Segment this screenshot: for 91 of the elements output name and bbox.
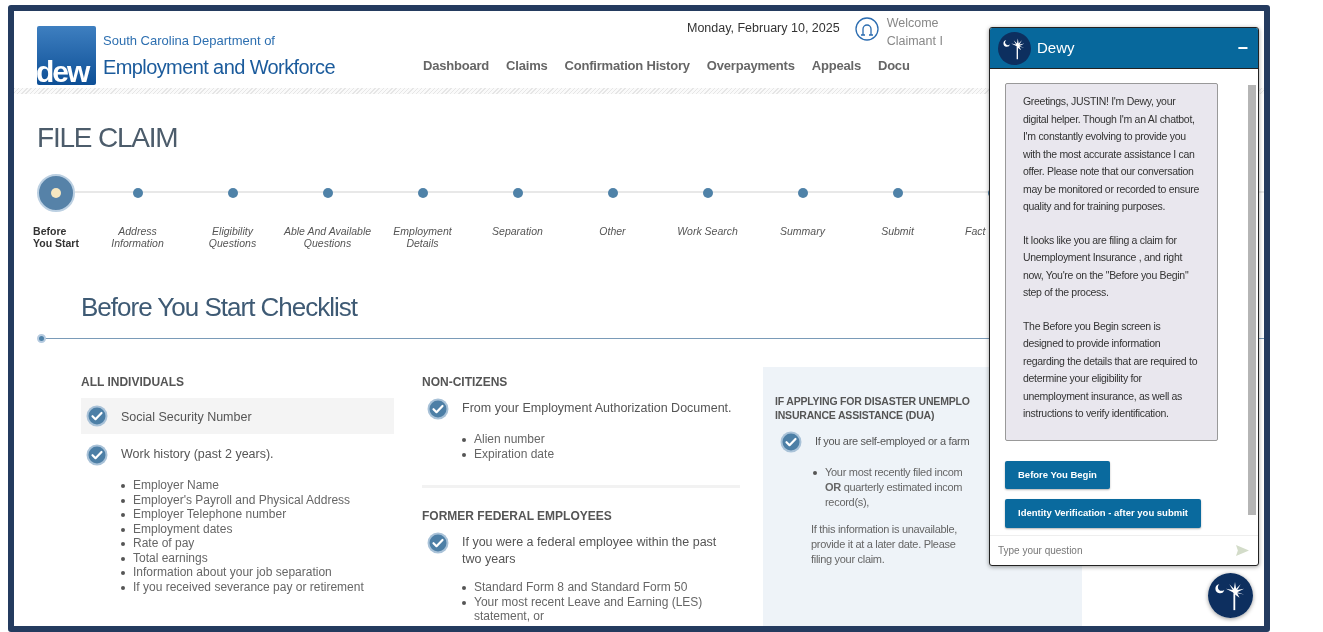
- bullet-text: Employer's Payroll and Physical Address: [133, 492, 351, 507]
- bullet-text: Standard Form 8 and Standard Form 50: [474, 580, 688, 595]
- nav-link[interactable]: Docu: [877, 56, 910, 76]
- nav-link[interactable]: Appeals: [811, 56, 861, 76]
- step-label: Employment Details: [393, 225, 452, 249]
- logo[interactable]: dew: [37, 26, 96, 85]
- bullet-icon: [121, 498, 125, 503]
- bullet-icon: [121, 571, 125, 575]
- step-marker[interactable]: [512, 188, 523, 198]
- chat-launcher-button[interactable]: [1208, 573, 1253, 618]
- bullet-text: Your most recent Leave and Earning (LES) statement, or: [474, 594, 704, 624]
- palm-icon: [1208, 573, 1253, 618]
- step-label: Before You Start: [33, 225, 79, 249]
- bullet-text: Employer Name: [133, 478, 220, 493]
- bullet-text: Total earnings: [133, 550, 208, 565]
- check-icon: [427, 398, 449, 420]
- bullet-icon: [121, 484, 125, 488]
- check-icon: [86, 405, 108, 427]
- quick-reply-button[interactable]: Identity Verification - after you submit: [1005, 499, 1201, 528]
- welcome-text: Welcome: [886, 15, 940, 32]
- bullet-text: Rate of pay: [133, 536, 195, 551]
- message-text: The Before you Begin screen is designed to provide information regarding the details that are required to determine your eligibility for unemployment insurance, as well as instructions to verify identification.: [1023, 318, 1199, 421]
- step-label: Address Information: [111, 225, 164, 249]
- quick-reply-button[interactable]: Before You Begin: [1005, 461, 1110, 490]
- step-marker[interactable]: [37, 174, 75, 212]
- bullet-icon: [462, 452, 466, 457]
- bullet-text: Alien number: [474, 432, 545, 447]
- step-marker[interactable]: [227, 188, 238, 198]
- step-marker[interactable]: [702, 188, 713, 198]
- bullet-icon: [121, 556, 125, 561]
- step-marker[interactable]: [322, 188, 333, 198]
- bullet-icon: [462, 600, 466, 605]
- nav-link[interactable]: Claims: [506, 56, 548, 76]
- group-heading: ALL INDIVIDUALS: [81, 375, 186, 389]
- bullet-icon: [121, 585, 125, 590]
- bullet-text: Your most recently filed incom OR quarterly estimated incom record(s),: [825, 465, 963, 510]
- bullet-text: Employment dates: [133, 521, 233, 536]
- minimize-button[interactable]: −: [1235, 39, 1250, 57]
- message-text: It looks like you are filing a claim for Unemployment Insurance , and right now, You're on the "Before you Begin" step of the process.: [1023, 232, 1190, 300]
- step-label: Work Search: [677, 225, 738, 237]
- bullet-icon: [813, 471, 817, 475]
- step-marker[interactable]: [892, 188, 903, 198]
- bullet-text: Information about your job separation: [133, 565, 332, 580]
- bullet-text: If you received severance pay or retirement: [133, 579, 364, 594]
- checklist-item: Work history (past 2 years).: [121, 446, 274, 463]
- check-icon: [86, 444, 108, 466]
- section-title: Before You Start Checklist: [81, 291, 358, 324]
- user-icon: [854, 17, 879, 41]
- nav-link[interactable]: Overpayments: [706, 56, 795, 76]
- note-text: If this information is unavailable, provide it at a later date. Please filing your claim.: [811, 522, 958, 567]
- step-label: Fact: [965, 225, 986, 237]
- page-title: FILE CLAIM: [37, 121, 178, 155]
- chat-title: Dewy: [1037, 37, 1075, 58]
- bullet-text: Employer Telephone number: [133, 507, 287, 522]
- question-input[interactable]: Type your question: [998, 543, 1235, 558]
- logo-text: dew: [37, 60, 89, 84]
- group-heading: INSURANCE ASSISTANCE (DUA): [775, 408, 935, 422]
- bullet-icon: [462, 586, 466, 590]
- nav-link[interactable]: Dashboard: [423, 56, 490, 76]
- checklist-item: Social Security Number: [121, 408, 252, 426]
- group-heading: NON-CITIZENS: [422, 375, 509, 389]
- group-heading: IF APPLYING FOR DISASTER UNEMPLO: [775, 394, 970, 408]
- send-icon: [1235, 544, 1250, 557]
- step-label: Separation: [492, 225, 543, 237]
- bullet-icon: [121, 527, 125, 532]
- step-label: Submit: [881, 225, 914, 237]
- step-marker[interactable]: [132, 188, 143, 198]
- group-heading: FORMER FEDERAL EMPLOYEES: [422, 509, 613, 523]
- bullet-icon: [462, 438, 466, 442]
- bullet-text: Expiration date: [474, 446, 555, 461]
- step-marker[interactable]: [417, 188, 428, 198]
- bullet-icon: [121, 513, 125, 517]
- step-marker[interactable]: [797, 188, 808, 198]
- checklist-item: If you are self-employed or a farm: [815, 434, 970, 449]
- avatar-icon: [998, 31, 1031, 65]
- date-text: Monday, February 10, 2025: [687, 20, 840, 37]
- checklist-item: If you were a federal employee within the past two years: [462, 534, 718, 568]
- step-label: Other: [599, 225, 626, 237]
- step-marker[interactable]: [607, 188, 618, 198]
- bullet-icon: [121, 542, 125, 546]
- checklist-item: From your Employment Authorization Document.: [462, 400, 732, 417]
- org-name: Employment and Workforce: [103, 55, 335, 80]
- step-label: Eligibility Questions: [208, 225, 257, 249]
- claimant-id-label: Claimant I: [886, 33, 943, 50]
- nav-link[interactable]: Confirmation History: [564, 56, 690, 76]
- message-text: Greetings, JUSTIN! I'm Dewy, your digital helper. Though I'm an AI chatbot, I'm constantly evolving to provide you with the most accurate assistance I can offer. Please note that our conversation may be monitored or recorded to ensure quality and for training purposes.: [1023, 94, 1200, 214]
- check-icon: [427, 532, 449, 554]
- step-label: Summary: [780, 225, 825, 237]
- step-label: Able And Available Questions: [283, 225, 372, 249]
- org-subtitle: South Carolina Department of: [103, 33, 276, 49]
- check-icon: [780, 431, 802, 453]
